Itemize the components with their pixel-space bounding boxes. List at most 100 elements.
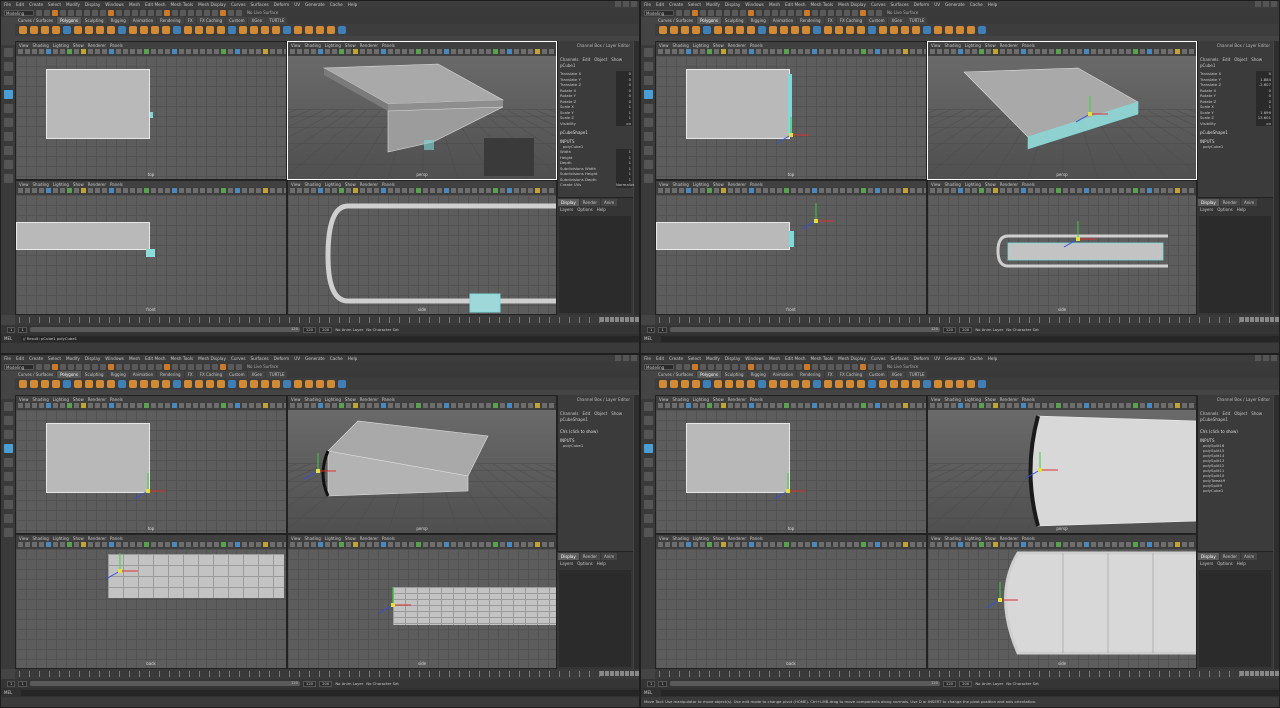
polygon-shelf-icon[interactable]	[162, 380, 170, 388]
status-tool-icon[interactable]	[844, 363, 850, 370]
viewport-tool-icon[interactable]	[889, 542, 894, 547]
viewport-menu-lighting[interactable]: Lighting	[693, 43, 709, 48]
viewport-tool-icon[interactable]	[277, 49, 282, 54]
range-bar[interactable]: 120	[29, 327, 300, 332]
viewport-menu-show[interactable]: Show	[73, 43, 84, 48]
viewport-tool-icon[interactable]	[444, 542, 449, 547]
character-set-selector[interactable]: No Character Set	[1006, 681, 1039, 686]
status-tool-icon[interactable]	[700, 9, 706, 16]
viewport-tool-icon[interactable]	[186, 188, 191, 193]
viewport-back[interactable]: View Shading Lighting Show Renderer Panels bac…	[655, 534, 927, 669]
polygon-shelf-icon[interactable]	[272, 26, 280, 34]
viewport-tool-icon[interactable]	[868, 542, 873, 547]
status-tool-icon[interactable]	[220, 9, 226, 16]
status-tool-icon[interactable]	[76, 9, 82, 16]
menu-edit[interactable]: Edit	[656, 356, 664, 361]
viewport-tool-icon[interactable]	[535, 542, 540, 547]
shelf-tab[interactable]: Rigging	[747, 17, 769, 24]
layer-list[interactable]	[559, 570, 631, 667]
input-attr-row[interactable]: Create UVs Normalize	[560, 182, 635, 188]
viewport-tool-icon[interactable]	[917, 188, 922, 193]
move-manipulator[interactable]	[1058, 219, 1098, 259]
polygon-shelf-icon[interactable]	[879, 380, 887, 388]
rotate-icon[interactable]	[643, 104, 653, 113]
viewport-tool-icon[interactable]	[25, 542, 30, 547]
viewport-tool-icon[interactable]	[270, 188, 275, 193]
viewport-tool-icon[interactable]	[249, 403, 254, 408]
viewport-side[interactable]: View Shading Lighting Show Renderer Panels sid…	[287, 180, 557, 315]
viewport-tool-icon[interactable]	[721, 403, 726, 408]
polygon-shelf-icon[interactable]	[30, 26, 38, 34]
live-surface-label[interactable]: No Live Surface	[247, 10, 278, 15]
viewport-menu-show[interactable]: Show	[345, 536, 356, 541]
polygon-shelf-icon[interactable]	[967, 26, 975, 34]
menu-curves[interactable]: Curves	[231, 356, 246, 361]
viewport-tool-icon[interactable]	[207, 49, 212, 54]
shelf-tab[interactable]: Sculpting	[81, 17, 107, 24]
viewport-tool-icon[interactable]	[465, 542, 470, 547]
viewport-tool-icon[interactable]	[214, 403, 219, 408]
status-tool-icon[interactable]	[188, 9, 194, 16]
scale-icon[interactable]	[3, 118, 13, 127]
layout-icon[interactable]	[643, 486, 653, 495]
polygon-shelf-icon[interactable]	[96, 380, 104, 388]
viewport-tool-icon[interactable]	[500, 542, 505, 547]
viewport-tool-icon[interactable]	[882, 542, 887, 547]
viewport-tool-icon[interactable]	[686, 188, 691, 193]
viewport-tool-icon[interactable]	[74, 49, 79, 54]
book-cover-mesh[interactable]	[928, 42, 1197, 180]
viewport-tool-icon[interactable]	[263, 188, 268, 193]
viewport-tool-icon[interactable]	[875, 188, 880, 193]
anim-layer-selector[interactable]: No Anim Layer	[335, 327, 363, 332]
mesh-front-view[interactable]	[16, 222, 150, 250]
viewport-menu-view[interactable]: View	[19, 536, 29, 541]
menu-edit-mesh[interactable]: Edit Mesh	[145, 2, 165, 7]
status-tool-icon[interactable]	[788, 9, 794, 16]
viewport-top[interactable]: View Shading Lighting Show Renderer Panels top	[655, 395, 927, 534]
viewport-tool-icon[interactable]	[179, 49, 184, 54]
menu-deform[interactable]: Deform	[914, 356, 930, 361]
viewport-menu-renderer[interactable]: Renderer	[88, 43, 106, 48]
viewport-tool-icon[interactable]	[658, 403, 663, 408]
close-button[interactable]	[1271, 1, 1277, 7]
channel-value[interactable]: on	[616, 120, 632, 126]
viewport-tool-icon[interactable]	[707, 542, 712, 547]
move-icon[interactable]	[3, 90, 13, 99]
status-tool-icon[interactable]	[84, 9, 90, 16]
viewport-menu-show[interactable]: Show	[73, 536, 84, 541]
viewport-tool-icon[interactable]	[242, 403, 247, 408]
mode-selector[interactable]: Modeling	[644, 363, 674, 370]
playback-button-icon[interactable]	[625, 671, 629, 676]
polygon-shelf-icon[interactable]	[327, 380, 335, 388]
channel-row[interactable]: Visibility on	[560, 120, 632, 126]
viewport-tool-icon[interactable]	[749, 188, 754, 193]
viewport-tool-icon[interactable]	[193, 188, 198, 193]
shelf-tab[interactable]: Rendering	[157, 17, 184, 24]
viewport-tool-icon[interactable]	[686, 403, 691, 408]
shelf-tab[interactable]: Rigging	[747, 371, 769, 378]
viewport-tool-icon[interactable]	[735, 188, 740, 193]
menu-modify[interactable]: Modify	[66, 2, 80, 7]
viewport-tool-icon[interactable]	[672, 49, 677, 54]
viewport-tool-icon[interactable]	[693, 403, 698, 408]
status-tool-icon[interactable]	[204, 9, 210, 16]
layer-menu-help[interactable]: Help	[1237, 207, 1246, 212]
polygon-shelf-icon[interactable]	[184, 380, 192, 388]
viewport-tool-icon[interactable]	[903, 49, 908, 54]
viewport-tool-icon[interactable]	[186, 542, 191, 547]
viewport-tool-icon[interactable]	[339, 542, 344, 547]
viewport-tool-icon[interactable]	[144, 542, 149, 547]
viewport-tool-icon[interactable]	[116, 188, 121, 193]
status-tool-icon[interactable]	[196, 9, 202, 16]
layer-menu-help[interactable]: Help	[597, 561, 606, 566]
viewport-tool-icon[interactable]	[451, 542, 456, 547]
viewport-menu-lighting[interactable]: Lighting	[693, 397, 709, 402]
status-tool-icon[interactable]	[860, 9, 866, 16]
viewport-tool-icon[interactable]	[416, 542, 421, 547]
status-tool-icon[interactable]	[44, 363, 50, 370]
viewport-tool-icon[interactable]	[235, 403, 240, 408]
shelf-tab[interactable]: Polygons	[57, 17, 81, 24]
playback-button-icon[interactable]	[1255, 671, 1259, 676]
viewport-tool-icon[interactable]	[798, 188, 803, 193]
status-tool-icon[interactable]	[804, 363, 810, 370]
